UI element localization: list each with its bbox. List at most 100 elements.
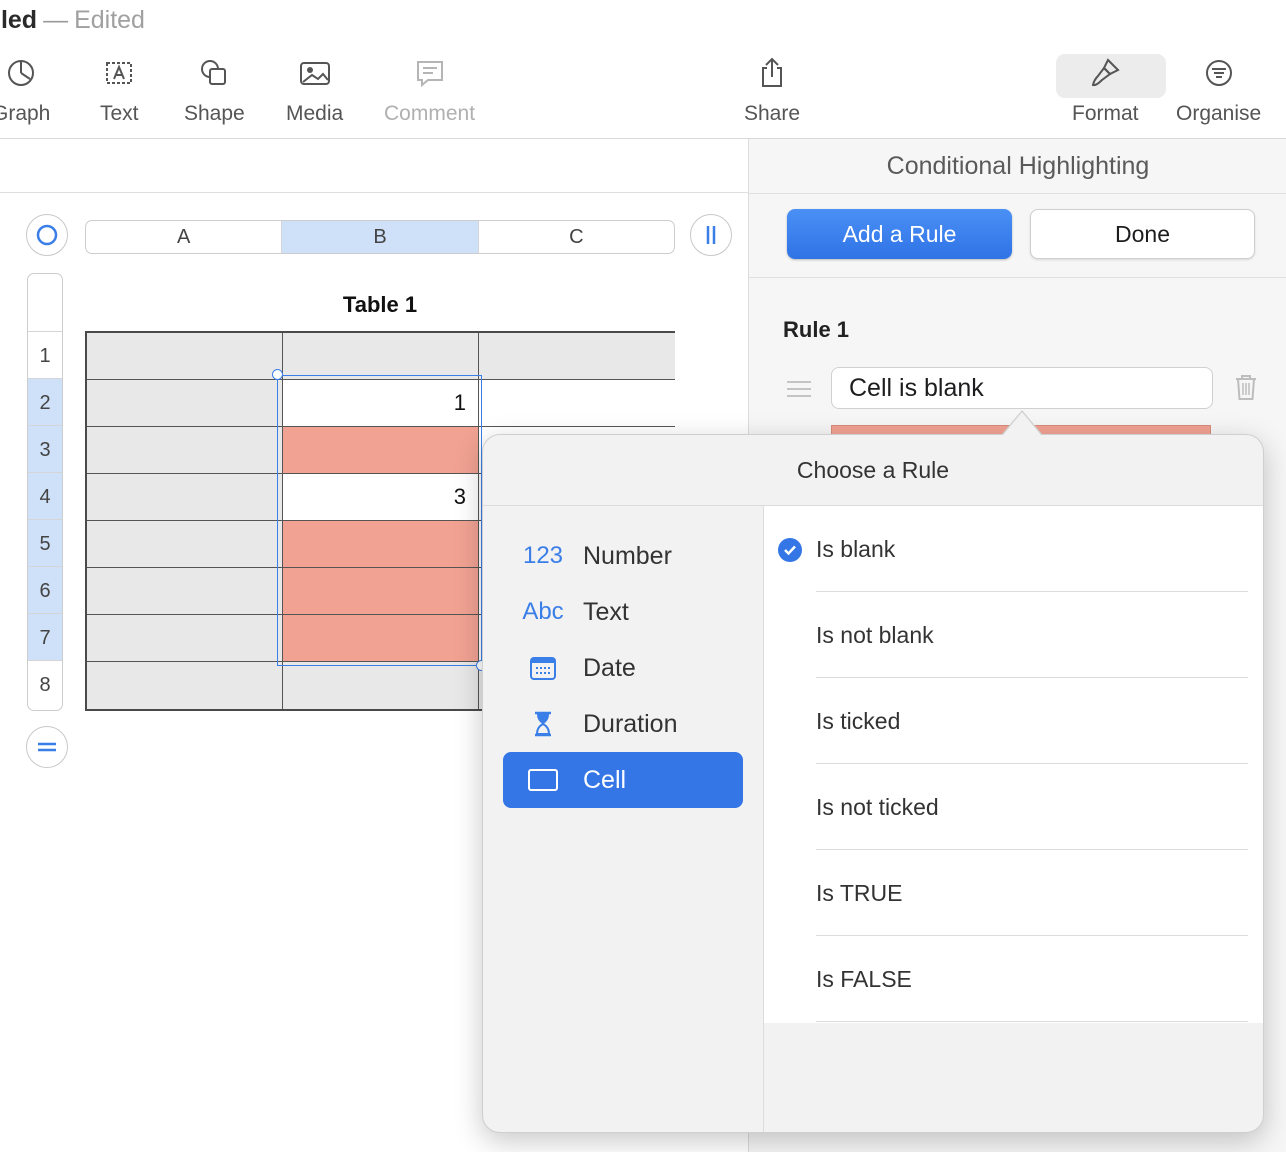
paintbrush-icon — [1092, 58, 1120, 87]
toolbar-organise-button[interactable]: Organise — [1176, 56, 1261, 136]
table-cell[interactable] — [479, 333, 675, 380]
option-label: Is FALSE — [816, 966, 912, 992]
sidebar-divider — [749, 277, 1286, 278]
drag-handle-icon[interactable] — [787, 381, 811, 402]
column-handle-icon — [706, 226, 716, 244]
table-cell[interactable] — [283, 662, 479, 709]
popover-title: Choose a Rule — [796, 457, 950, 483]
category-text-label: Text — [583, 597, 629, 626]
toolbar-organise-label: Organise — [1176, 102, 1262, 125]
choose-rule-popover: Choose a Rule 123 Number Abc Text Date D… — [482, 434, 1264, 1133]
category-date-label: Date — [583, 653, 636, 682]
row-header-5[interactable]: 5 — [28, 519, 62, 567]
column-header-a[interactable]: A — [86, 221, 283, 253]
shape-icon — [201, 60, 227, 85]
rule-condition-field[interactable]: Cell is blank — [831, 367, 1213, 409]
selection-handle-top[interactable] — [272, 369, 283, 380]
toolbar-share-button[interactable]: Share — [744, 56, 800, 136]
toolbar-text-label: Text — [100, 102, 139, 125]
app-window: lled—Edited Graph Text Shape Media Comme… — [0, 0, 1286, 1152]
sidebar-title: Conditional Highlighting — [886, 152, 1150, 180]
toolbar-shape-label: Shape — [184, 102, 245, 125]
toolbar-format-button[interactable]: Format — [1072, 56, 1139, 136]
organise-icon — [1205, 60, 1232, 86]
title-separator: — — [43, 6, 69, 34]
toolbar-graph-button[interactable]: Graph — [0, 56, 50, 136]
option-label: Is blank — [816, 536, 896, 562]
popover-arrow — [1003, 412, 1041, 435]
toolbar-text-button[interactable]: Text — [100, 56, 139, 136]
category-number-label: Number — [583, 541, 672, 570]
calendar-icon — [530, 657, 556, 680]
table-cell[interactable] — [283, 333, 479, 380]
row-header-4[interactable]: 4 — [28, 472, 62, 520]
edited-status: Edited — [74, 6, 145, 34]
comment-icon — [416, 61, 443, 88]
cell-selection-frame — [277, 375, 482, 666]
table-cell[interactable] — [87, 521, 283, 568]
canvas-top-divider — [0, 192, 748, 193]
sidebar-divider — [749, 193, 1286, 194]
table-cell[interactable] — [87, 333, 283, 380]
cell-rectangle-icon — [528, 769, 558, 791]
option-is-ticked[interactable]: Is ticked — [816, 678, 1248, 764]
option-is-blank[interactable]: Is blank — [778, 506, 1248, 592]
table-cell[interactable] — [87, 474, 283, 521]
graph-icon — [8, 60, 35, 86]
option-label: Is not blank — [816, 622, 934, 648]
column-header-b[interactable]: B — [282, 221, 479, 253]
column-header-c[interactable]: C — [479, 221, 674, 253]
category-number[interactable]: 123 Number — [503, 528, 743, 584]
toolbar-share-label: Share — [744, 102, 801, 125]
rule-heading: Rule 1 — [783, 317, 850, 342]
category-duration-label: Duration — [583, 709, 678, 738]
option-is-not-blank[interactable]: Is not blank — [816, 592, 1248, 678]
add-row-handle[interactable] — [26, 726, 68, 768]
row-header-8[interactable]: 8 — [28, 660, 62, 710]
table-cell[interactable] — [87, 662, 283, 709]
option-label: Is TRUE — [816, 880, 903, 906]
add-rule-button[interactable]: Add a Rule — [787, 209, 1012, 259]
option-label: Is ticked — [816, 708, 901, 734]
table-cell[interactable] — [479, 380, 675, 427]
table-cell[interactable] — [87, 380, 283, 427]
row-header-1[interactable]: 1 — [28, 331, 62, 379]
row-header-6[interactable]: 6 — [28, 566, 62, 614]
trash-icon[interactable] — [1233, 373, 1259, 401]
row-header-7[interactable]: 7 — [28, 613, 62, 661]
rule-options-list: Is blank Is not blank Is ticked Is not t… — [764, 506, 1263, 1023]
toolbar-media-label: Media — [286, 102, 344, 125]
checkmark-icon — [778, 538, 802, 562]
option-is-not-ticked[interactable]: Is not ticked — [816, 764, 1248, 850]
option-is-true[interactable]: Is TRUE — [816, 850, 1248, 936]
toolbar-graph-label: Graph — [0, 102, 51, 125]
row-handle-icon — [38, 742, 56, 752]
table-cell[interactable] — [87, 568, 283, 615]
option-is-false[interactable]: Is FALSE — [816, 936, 1248, 1022]
category-duration[interactable]: Duration — [503, 696, 743, 752]
category-date[interactable]: Date — [503, 640, 743, 696]
add-column-handle[interactable] — [690, 214, 732, 256]
table-handle-icon — [36, 224, 58, 246]
done-button[interactable]: Done — [1030, 209, 1255, 259]
toolbar-shape-button[interactable]: Shape — [184, 56, 245, 136]
option-label: Is not ticked — [816, 794, 939, 820]
select-table-button[interactable] — [26, 214, 68, 256]
share-icon — [762, 57, 783, 87]
number-icon: 123 — [522, 542, 564, 569]
table-cell[interactable] — [87, 615, 283, 662]
toolbar-comment-button[interactable]: Comment — [384, 56, 475, 136]
toolbar-media-button[interactable]: Media — [286, 56, 343, 136]
category-text[interactable]: Abc Text — [503, 584, 743, 640]
column-header-bar: A B C — [85, 220, 675, 254]
window-title: lled—Edited — [0, 6, 145, 35]
row-header-3[interactable]: 3 — [28, 425, 62, 473]
table-title[interactable]: Table 1 — [85, 292, 675, 318]
hourglass-icon — [535, 711, 551, 737]
toolbar-comment-label: Comment — [384, 102, 476, 125]
document-name: lled — [0, 6, 38, 34]
table-cell[interactable] — [87, 427, 283, 474]
toolbar-format-label: Format — [1072, 102, 1139, 125]
row-header-2[interactable]: 2 — [28, 378, 62, 426]
category-cell[interactable]: Cell — [503, 752, 743, 808]
